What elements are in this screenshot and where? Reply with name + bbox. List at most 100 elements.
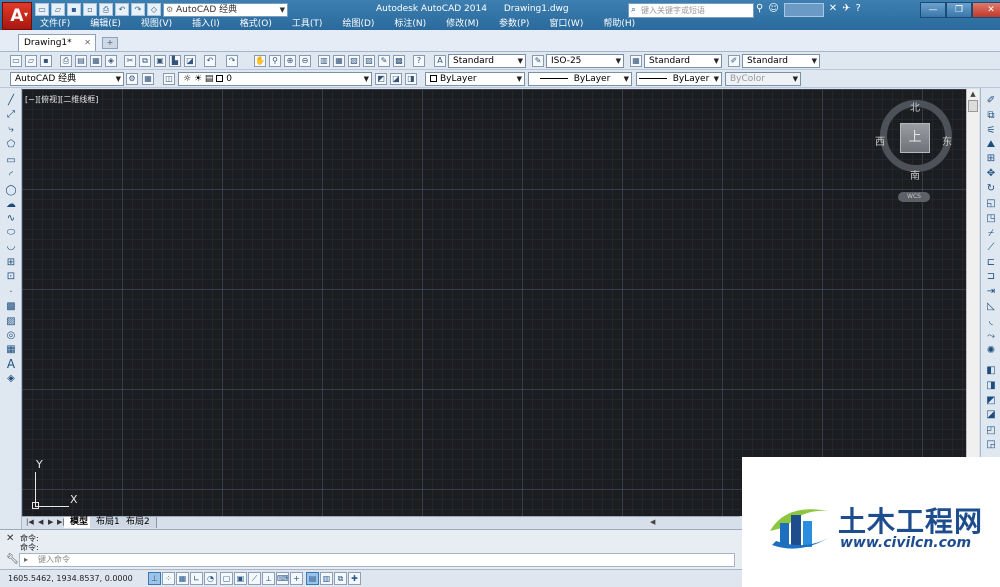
design-center-icon[interactable]: ▦: [333, 55, 345, 67]
ellipse-icon[interactable]: ⬭: [4, 226, 18, 239]
open-icon[interactable]: ▱: [25, 55, 37, 67]
text-to-front-icon[interactable]: ◰: [984, 424, 998, 437]
layer-dropdown[interactable]: ☼ ☀ ▤ 0 ▼: [178, 72, 372, 86]
draw-order-front-icon[interactable]: ◧: [984, 364, 998, 377]
region-icon[interactable]: ◎: [4, 329, 18, 342]
first-tab-icon[interactable]: |◀: [26, 518, 34, 526]
transparency-icon[interactable]: ▤: [306, 572, 319, 585]
text-style-icon[interactable]: A: [434, 55, 446, 67]
layer-states-icon[interactable]: ◨: [405, 73, 417, 85]
snap-mode-icon[interactable]: ⁘: [162, 572, 175, 585]
menu-file[interactable]: 文件(F): [40, 19, 70, 30]
polyline-icon[interactable]: ⤷: [4, 123, 18, 136]
save-icon[interactable]: ▪: [40, 55, 52, 67]
properties-icon[interactable]: ▥: [318, 55, 330, 67]
markup-icon[interactable]: ✎: [378, 55, 390, 67]
next-tab-icon[interactable]: ▶: [48, 518, 53, 526]
lineweight-dropdown[interactable]: ByLayer ▼: [636, 72, 722, 86]
tool-palettes-icon[interactable]: ▧: [348, 55, 360, 67]
share-icon[interactable]: ◇: [147, 3, 161, 16]
new-icon[interactable]: ▭: [10, 55, 22, 67]
object-snap-tracking-icon[interactable]: ⟋: [248, 572, 261, 585]
plot-preview-icon[interactable]: ▤: [75, 55, 87, 67]
exchange-icon[interactable]: ✕: [829, 3, 837, 17]
table-style-icon[interactable]: ▦: [630, 55, 642, 67]
multiline-text-icon[interactable]: A: [4, 358, 18, 371]
menu-help[interactable]: 帮助(H): [603, 19, 635, 30]
stretch-icon[interactable]: ◳: [984, 212, 998, 225]
wrench-icon[interactable]: 🔧︎: [6, 554, 19, 565]
plotstyle-dropdown[interactable]: ByColor ▼: [725, 72, 801, 86]
explode-icon[interactable]: ✺: [984, 344, 998, 357]
redo-icon[interactable]: ↷: [131, 3, 145, 16]
match-properties-icon[interactable]: ▙: [169, 55, 181, 67]
scroll-left-icon[interactable]: ◀: [650, 518, 655, 526]
array-icon[interactable]: ⊞: [984, 152, 998, 165]
lineweight-icon[interactable]: +: [290, 572, 303, 585]
workspace-settings-icon[interactable]: ⚙: [126, 73, 138, 85]
arc-icon[interactable]: ◜: [4, 169, 18, 182]
open-icon[interactable]: ▱: [51, 3, 65, 16]
viewport-controls-label[interactable]: [−][俯视][二维线框]: [25, 94, 98, 105]
paste-icon[interactable]: ▣: [154, 55, 166, 67]
add-selected-icon[interactable]: ◈: [4, 372, 18, 385]
menu-dimension[interactable]: 标注(N): [394, 19, 426, 30]
layer-previous-icon[interactable]: ◪: [390, 73, 402, 85]
zoom-realtime-icon[interactable]: ⚲: [269, 55, 281, 67]
circle-icon[interactable]: ◯: [4, 184, 18, 197]
menu-modify[interactable]: 修改(M): [446, 19, 479, 30]
viewcube-west[interactable]: 西: [875, 133, 885, 148]
revision-cloud-icon[interactable]: ☁: [4, 198, 18, 211]
ellipse-arc-icon[interactable]: ◡: [4, 240, 18, 253]
make-current-layer-icon[interactable]: ◩: [375, 73, 387, 85]
scale-icon[interactable]: ◱: [984, 197, 998, 210]
redo-icon[interactable]: ↷: [226, 55, 238, 67]
tab-layout2[interactable]: 布局2: [120, 517, 157, 528]
viewcube-east[interactable]: 东: [942, 133, 952, 148]
insert-block-icon[interactable]: ⊞: [4, 256, 18, 269]
annotation-monitor-icon[interactable]: ✚: [348, 572, 361, 585]
trim-icon[interactable]: ⌿: [984, 227, 998, 240]
print-icon[interactable]: ⎙: [99, 3, 113, 16]
menu-format[interactable]: 格式(O): [240, 19, 272, 30]
zoom-window-icon[interactable]: ⊕: [284, 55, 296, 67]
3d-object-snap-icon[interactable]: ▣: [234, 572, 247, 585]
linetype-dropdown[interactable]: ByLayer ▼: [528, 72, 632, 86]
point-icon[interactable]: ·: [4, 286, 18, 299]
qnew-icon[interactable]: ▭: [35, 3, 49, 16]
help-icon[interactable]: ?: [856, 3, 861, 17]
sign-in-box[interactable]: [783, 3, 824, 17]
application-menu-caret-icon[interactable]: ▾: [24, 10, 28, 19]
copy-object-icon[interactable]: ⧉: [984, 109, 998, 122]
vertical-scrollbar[interactable]: ▲: [966, 89, 979, 457]
text-style-dropdown[interactable]: Standard ▼: [448, 54, 526, 68]
search-icon[interactable]: ⚲: [756, 3, 763, 17]
rectangle-icon[interactable]: ▭: [4, 154, 18, 167]
hatch-icon[interactable]: ▩: [4, 300, 18, 313]
menu-insert[interactable]: 插入(I): [192, 19, 220, 30]
send-under-icon[interactable]: ◪: [984, 408, 998, 421]
dynamic-ucs-icon[interactable]: ⟂: [262, 572, 275, 585]
layer-properties-icon[interactable]: ▦: [142, 73, 154, 85]
dimension-style-dropdown[interactable]: ISO-25 ▼: [546, 54, 624, 68]
break-icon[interactable]: ⊐: [984, 270, 998, 283]
quickcalc-icon[interactable]: ▩: [393, 55, 405, 67]
close-button[interactable]: ✕: [972, 2, 1000, 18]
drawing-canvas[interactable]: [−][俯视][二维线框] 上 北 南 东 西 WCS Y X: [22, 89, 966, 516]
polar-tracking-icon[interactable]: ◔: [204, 572, 217, 585]
viewcube-north[interactable]: 北: [910, 99, 920, 114]
bring-above-icon[interactable]: ◩: [984, 394, 998, 407]
make-block-icon[interactable]: ⊡: [4, 270, 18, 283]
object-snap-icon[interactable]: ▢: [220, 572, 233, 585]
command-input[interactable]: ▸ 键入命令: [19, 553, 735, 567]
tab-drawing1[interactable]: Drawing1* ✕: [18, 34, 96, 51]
selection-cycling-icon[interactable]: ⧉: [334, 572, 347, 585]
save-as-icon[interactable]: ▫: [83, 3, 97, 16]
mirror-icon[interactable]: ⚟: [984, 124, 998, 137]
undo-icon[interactable]: ↶: [204, 55, 216, 67]
multileader-style-dropdown[interactable]: Standard ▼: [742, 54, 820, 68]
minimize-button[interactable]: —: [920, 2, 946, 18]
rotate-icon[interactable]: ↻: [984, 182, 998, 195]
menu-tools[interactable]: 工具(T): [292, 19, 323, 30]
close-icon[interactable]: ✕: [84, 35, 91, 51]
